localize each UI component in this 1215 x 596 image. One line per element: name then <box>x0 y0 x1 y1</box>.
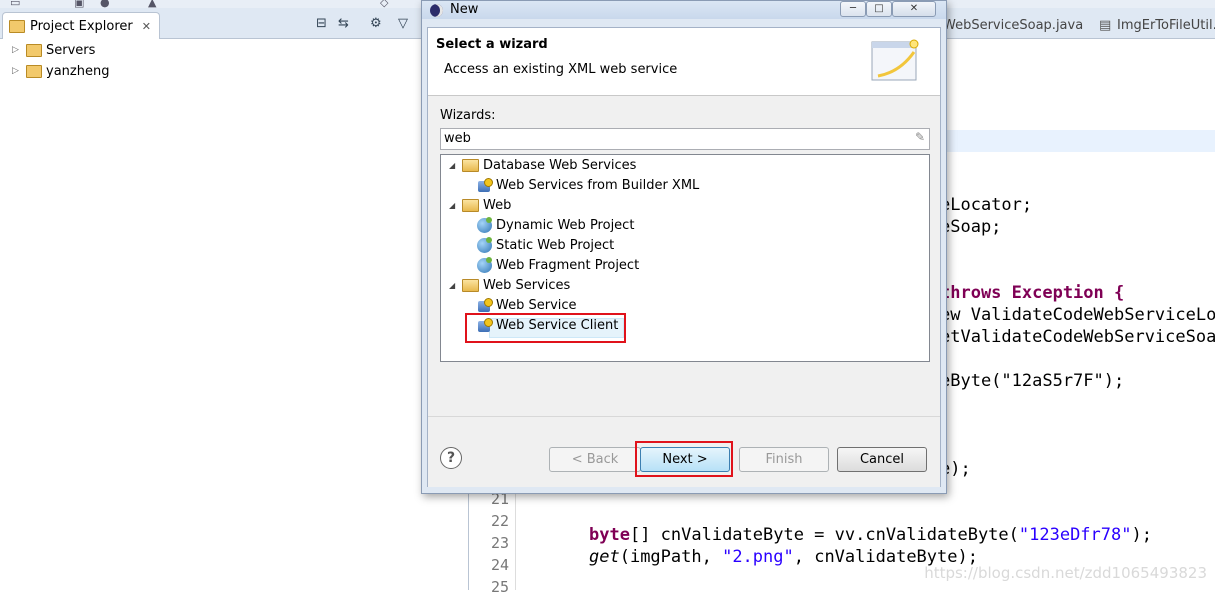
java-file-icon: ▤ <box>1099 18 1112 33</box>
collapse-arrow-icon[interactable]: ◢ <box>449 281 458 290</box>
tree-folder-web-services[interactable]: ◢ Web Services <box>449 275 570 295</box>
close-icon[interactable]: ✕ <box>142 20 151 33</box>
banner-description: Access an existing XML web service <box>444 62 678 77</box>
wizards-label: Wizards: <box>440 108 496 123</box>
project-explorer-tabbar: Project Explorer ✕ ⊟ ⇆ ⚙ ▽ <box>0 8 468 39</box>
filter-value: web <box>444 131 471 146</box>
project-explorer-tab[interactable]: Project Explorer ✕ <box>2 12 160 39</box>
project-explorer-panel: Project Explorer ✕ ⊟ ⇆ ⚙ ▽ ▷ Servers ▷ y… <box>0 8 469 590</box>
tree-item-yanzheng[interactable]: ▷ yanzheng <box>12 61 109 81</box>
tab-webservicesoap[interactable]: WebServiceSoap.java <box>943 18 1083 33</box>
code-keyword: byte <box>589 525 630 545</box>
close-button[interactable]: ✕ <box>892 1 936 17</box>
link-editor-icon[interactable]: ⇆ <box>338 16 349 31</box>
dialog-titlebar[interactable]: New ─ □ ✕ <box>422 1 946 19</box>
minimize-button[interactable]: ─ <box>840 1 866 17</box>
collapse-arrow-icon[interactable]: ◢ <box>449 161 458 170</box>
help-icon[interactable]: ? <box>440 447 462 469</box>
maximize-button[interactable]: □ <box>866 1 892 17</box>
web-service-icon <box>477 297 493 313</box>
collapse-all-icon[interactable]: ⊟ <box>316 16 327 31</box>
watermark: https://blog.csdn.net/zdd1065493823 <box>924 564 1207 582</box>
tree-item-web-fragment-project[interactable]: Web Fragment Project <box>477 255 639 275</box>
code-string: "123eDfr78" <box>1018 525 1132 545</box>
code-line[interactable]: eLocator; <box>940 195 1032 215</box>
annotation-red-box <box>465 313 626 343</box>
wizard-tree: ◢ Database Web Services Web Services fro… <box>440 154 930 362</box>
tree-label: Static Web Project <box>496 237 615 253</box>
code-line[interactable]: ew ValidateCodeWebServiceLoc <box>940 305 1215 325</box>
tree-item-static-web-project[interactable]: Static Web Project <box>477 235 614 255</box>
code-line[interactable]: throws Exception { <box>940 283 1124 303</box>
tree-label: Web Fragment Project <box>496 257 640 273</box>
tree-item-label: Servers <box>46 42 96 58</box>
code-line-24[interactable]: get(imgPath, "2.png", cnValidateByte); <box>589 547 978 567</box>
web-project-icon <box>477 236 492 253</box>
focus-icon[interactable]: ⚙ <box>370 16 382 31</box>
tree-label: Web <box>483 197 512 213</box>
code-text: ); <box>1131 525 1152 545</box>
tab-imgertofileutil[interactable]: ImgErToFileUtil.ja <box>1117 18 1215 33</box>
tree-label: Dynamic Web Project <box>496 217 635 233</box>
folder-icon <box>462 198 479 212</box>
tree-item-dynamic-web-project[interactable]: Dynamic Web Project <box>477 215 634 235</box>
wizard-filter-input[interactable]: web ✎ <box>440 128 930 150</box>
web-service-icon <box>477 177 493 193</box>
tree-item-servers[interactable]: ▷ Servers <box>12 40 95 60</box>
collapse-arrow-icon[interactable]: ◢ <box>449 201 458 210</box>
dialog-title: New <box>450 2 479 17</box>
tree-label: Web Service <box>496 297 577 313</box>
code-text: [] cnValidateByte = vv.cnValidateByte( <box>629 525 1019 545</box>
expand-icon[interactable]: ▷ <box>12 66 22 76</box>
annotation-red-box <box>635 441 733 477</box>
web-project-icon <box>477 256 492 273</box>
wizard-banner-icon <box>871 39 919 81</box>
folder-icon <box>462 158 479 172</box>
cancel-button[interactable]: Cancel <box>837 447 927 472</box>
code-line[interactable]: etValidateCodeWebServiceSoap <box>940 327 1215 347</box>
project-explorer-icon <box>9 19 25 33</box>
line-number: 23 <box>490 534 509 552</box>
code-string: "2.png" <box>722 547 794 567</box>
code-method: get <box>589 547 620 567</box>
eclipse-icon <box>430 4 443 17</box>
tree-item-web-service[interactable]: Web Service <box>477 295 577 315</box>
finish-button[interactable]: Finish <box>739 447 829 472</box>
tree-folder-database-web-services[interactable]: ◢ Database Web Services <box>449 155 636 175</box>
tree-item-web-services-from-builder-xml[interactable]: Web Services from Builder XML <box>477 175 699 195</box>
folder-icon <box>26 43 42 57</box>
wizard-banner: Select a wizard Access an existing XML w… <box>428 28 940 96</box>
clear-filter-icon[interactable]: ✎ <box>915 130 925 144</box>
folder-icon <box>462 278 479 292</box>
expand-icon[interactable]: ▷ <box>12 45 22 55</box>
line-number: 25 <box>490 578 509 596</box>
project-icon <box>26 64 42 78</box>
code-line[interactable]: eSoap; <box>940 217 1001 237</box>
dialog-body: Select a wizard Access an existing XML w… <box>427 27 941 487</box>
line-number: 22 <box>490 512 509 530</box>
web-project-icon <box>477 216 492 233</box>
tree-label: Database Web Services <box>483 157 637 173</box>
code-text: (imgPath, <box>619 547 723 567</box>
dialog-button-bar: ? < Back Next > Finish Cancel <box>428 416 940 487</box>
back-button[interactable]: < Back <box>549 447 641 472</box>
tree-item-label: yanzheng <box>46 63 110 79</box>
project-explorer-title: Project Explorer <box>30 18 133 34</box>
code-line-23[interactable]: byte[] cnValidateByte = vv.cnValidateByt… <box>589 525 1152 545</box>
tree-label: Web Services from Builder XML <box>496 177 700 193</box>
new-wizard-dialog: New ─ □ ✕ Select a wizard Access an exis… <box>421 0 947 494</box>
code-line[interactable]: eByte("12aS5r7F"); <box>940 371 1124 391</box>
line-number: 24 <box>490 556 509 574</box>
tree-folder-web[interactable]: ◢ Web <box>449 195 511 215</box>
tree-label: Web Services <box>483 277 571 293</box>
banner-title: Select a wizard <box>436 37 548 52</box>
view-menu-icon[interactable]: ▽ <box>398 16 408 31</box>
